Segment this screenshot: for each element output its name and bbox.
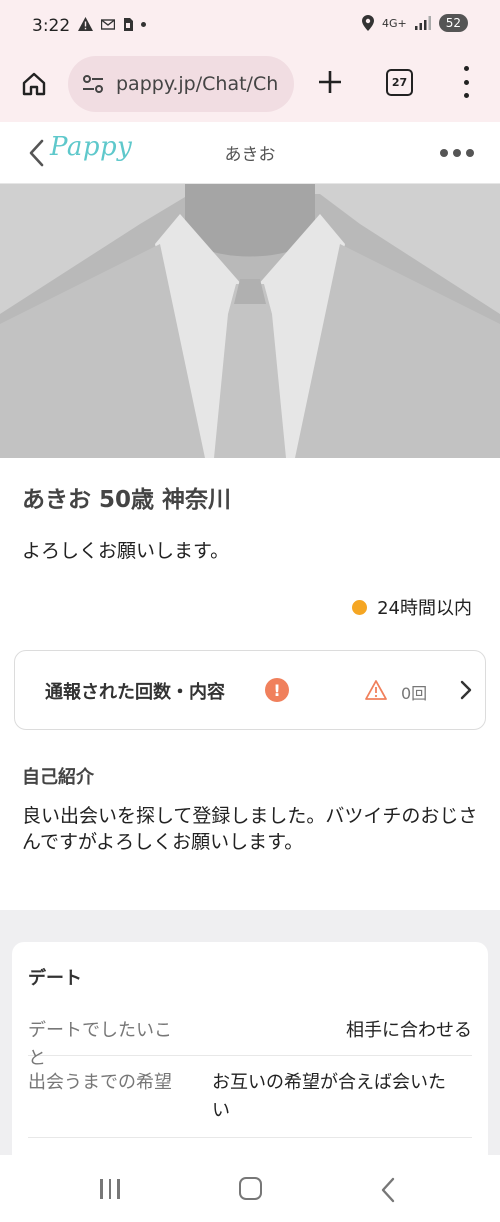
more-options-button[interactable] [440,149,474,157]
browser-toolbar: pappy.jp/Chat/Ch 27 [0,52,500,122]
date-section-heading: デート [28,968,82,989]
profile-photo[interactable] [0,184,500,458]
page-title: あきお [224,145,276,165]
report-history-label: 通報された回数・内容 [45,682,225,703]
browser-menu-button[interactable] [456,66,476,98]
report-history-card[interactable]: 通報された回数・内容 ! 0回 [14,650,486,730]
date-row-value: 相手に合わせる [346,1020,472,1041]
home-button[interactable] [239,1177,262,1200]
last-login-status: 24時間以内 [352,594,472,620]
browser-home-button[interactable] [16,66,52,102]
tab-switcher-button[interactable]: 27 [386,69,413,96]
profile-greeting: よろしくお願いします。 [22,540,230,562]
date-row: 出会うまでの希望 お互いの希望が合えば会いたい [28,1056,472,1138]
status-right-icons: 4G+ 52 [361,14,468,32]
recent-apps-button[interactable] [100,1179,120,1199]
date-row: デートでしたいこと 相手に合わせる [28,1004,472,1069]
silhouette-avatar-icon [0,184,500,458]
self-intro-heading: 自己紹介 [22,767,94,788]
self-intro-body: 良い出会いを探して登録しました。バツイチのおじさんですがよろしくお願いします。 [22,805,478,853]
warning-icon [78,17,93,31]
mail-icon [101,19,115,30]
status-notification-icons [78,17,146,31]
dot-icon [141,21,146,27]
system-navigation-bar [0,1155,500,1222]
network-label: 4G+ [381,16,407,30]
online-status-dot-icon [352,599,368,615]
home-icon [22,72,46,96]
tab-count: 27 [391,76,408,89]
chevron-right-icon [460,680,472,700]
report-count: 0回 [401,684,428,703]
sim-icon [124,17,133,31]
plus-icon [319,71,341,93]
date-row-label: 出会うまでの希望 [28,1072,172,1093]
signal-icon [414,16,431,30]
location-icon [361,15,374,31]
status-bar: 3:22 4G+ 52 [0,0,500,52]
battery-indicator: 52 [438,14,468,32]
warning-triangle-icon [365,680,387,700]
new-tab-button[interactable] [314,66,346,98]
site-settings-icon[interactable] [80,71,106,97]
back-button[interactable] [380,1177,396,1203]
url-text: pappy.jp/Chat/Ch [116,73,279,95]
last-login-text: 24時間以内 [377,598,472,619]
exclamation-icon: ! [265,678,289,702]
date-preferences-card: デート デートでしたいこと 相手に合わせる 出会うまでの希望 お互いの希望が合え… [12,942,488,1172]
url-bar[interactable]: pappy.jp/Chat/Ch [68,56,294,112]
date-row-value: お互いの希望が合えば会いたい [212,1072,446,1121]
profile-name-age-location: あきお 50歳 神奈川 [22,487,232,513]
app-header: Pappy あきお [0,122,500,184]
status-time: 3:22 [32,16,71,36]
